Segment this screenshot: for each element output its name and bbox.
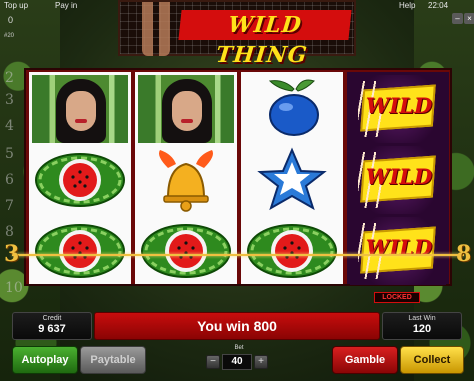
reel-1: [29, 72, 131, 284]
game-id-display: #20: [4, 33, 15, 39]
watermelon-icon: [138, 217, 234, 285]
lady-icon: [138, 75, 234, 143]
logo-figure-icon: [142, 2, 170, 56]
lastwin-display: Last Win 120: [382, 312, 462, 340]
wild-icon: WILD: [350, 75, 446, 143]
autoplay-button[interactable]: Autoplay: [12, 346, 78, 374]
payline-marker: 8: [5, 224, 14, 240]
wild-label: WILD: [365, 93, 433, 118]
win-message: You win 800: [94, 312, 380, 340]
plum-icon: [244, 75, 340, 143]
paytable-button[interactable]: Paytable: [80, 346, 146, 374]
payin-link[interactable]: Pay in: [55, 1, 77, 10]
payline-number-left: 3: [4, 241, 20, 267]
lastwin-value: 120: [412, 323, 432, 335]
clock-display: 22:04: [428, 1, 449, 10]
bell-icon: [138, 146, 234, 214]
reel-2: [135, 72, 237, 284]
help-link[interactable]: Help: [399, 1, 415, 10]
lady-icon: [32, 75, 128, 143]
game-logo: WILD THING: [118, 0, 356, 68]
bet-decrease-button[interactable]: −: [206, 355, 220, 369]
wild-label: WILD: [365, 235, 433, 260]
payline-number-right: 8: [456, 241, 472, 267]
minimize-icon[interactable]: –: [452, 13, 463, 24]
lastwin-label: Last Win: [408, 315, 436, 322]
reel-3: [241, 72, 343, 284]
topup-link[interactable]: Top up: [4, 1, 28, 10]
payline-marker: 7: [5, 198, 14, 214]
wild-icon: WILD: [350, 217, 446, 285]
wild-label: WILD: [365, 164, 433, 189]
gamble-button[interactable]: Gamble: [332, 346, 398, 374]
watermelon-icon: [32, 217, 128, 285]
watermelon-icon: [244, 217, 340, 285]
reel-4: WILD WILD WILD: [347, 72, 449, 285]
payline-marker: 3: [5, 92, 14, 108]
star-icon: [244, 146, 340, 214]
wild-icon: WILD: [350, 146, 446, 214]
bet-label: Bet: [234, 345, 244, 351]
credit-label: Credit: [42, 315, 62, 322]
watermelon-icon: [32, 146, 128, 214]
payline-marker: 2: [5, 70, 14, 86]
credit-display: Credit 9 637: [12, 312, 92, 340]
collect-button[interactable]: Collect: [400, 346, 464, 374]
close-icon[interactable]: ×: [464, 13, 474, 24]
payline-marker: 6: [5, 172, 14, 188]
payline-marker: 4: [5, 118, 14, 134]
counter-display: 0: [8, 15, 14, 25]
active-payline: [12, 254, 464, 256]
payline-marker: 10: [5, 280, 23, 296]
locked-badge: LOCKED: [374, 292, 420, 303]
bet-value: 40: [222, 354, 252, 370]
logo-title: WILD THING: [178, 10, 352, 68]
credit-value: 9 637: [38, 323, 66, 335]
payline-marker: 5: [5, 146, 14, 162]
bet-increase-button[interactable]: +: [254, 355, 268, 369]
